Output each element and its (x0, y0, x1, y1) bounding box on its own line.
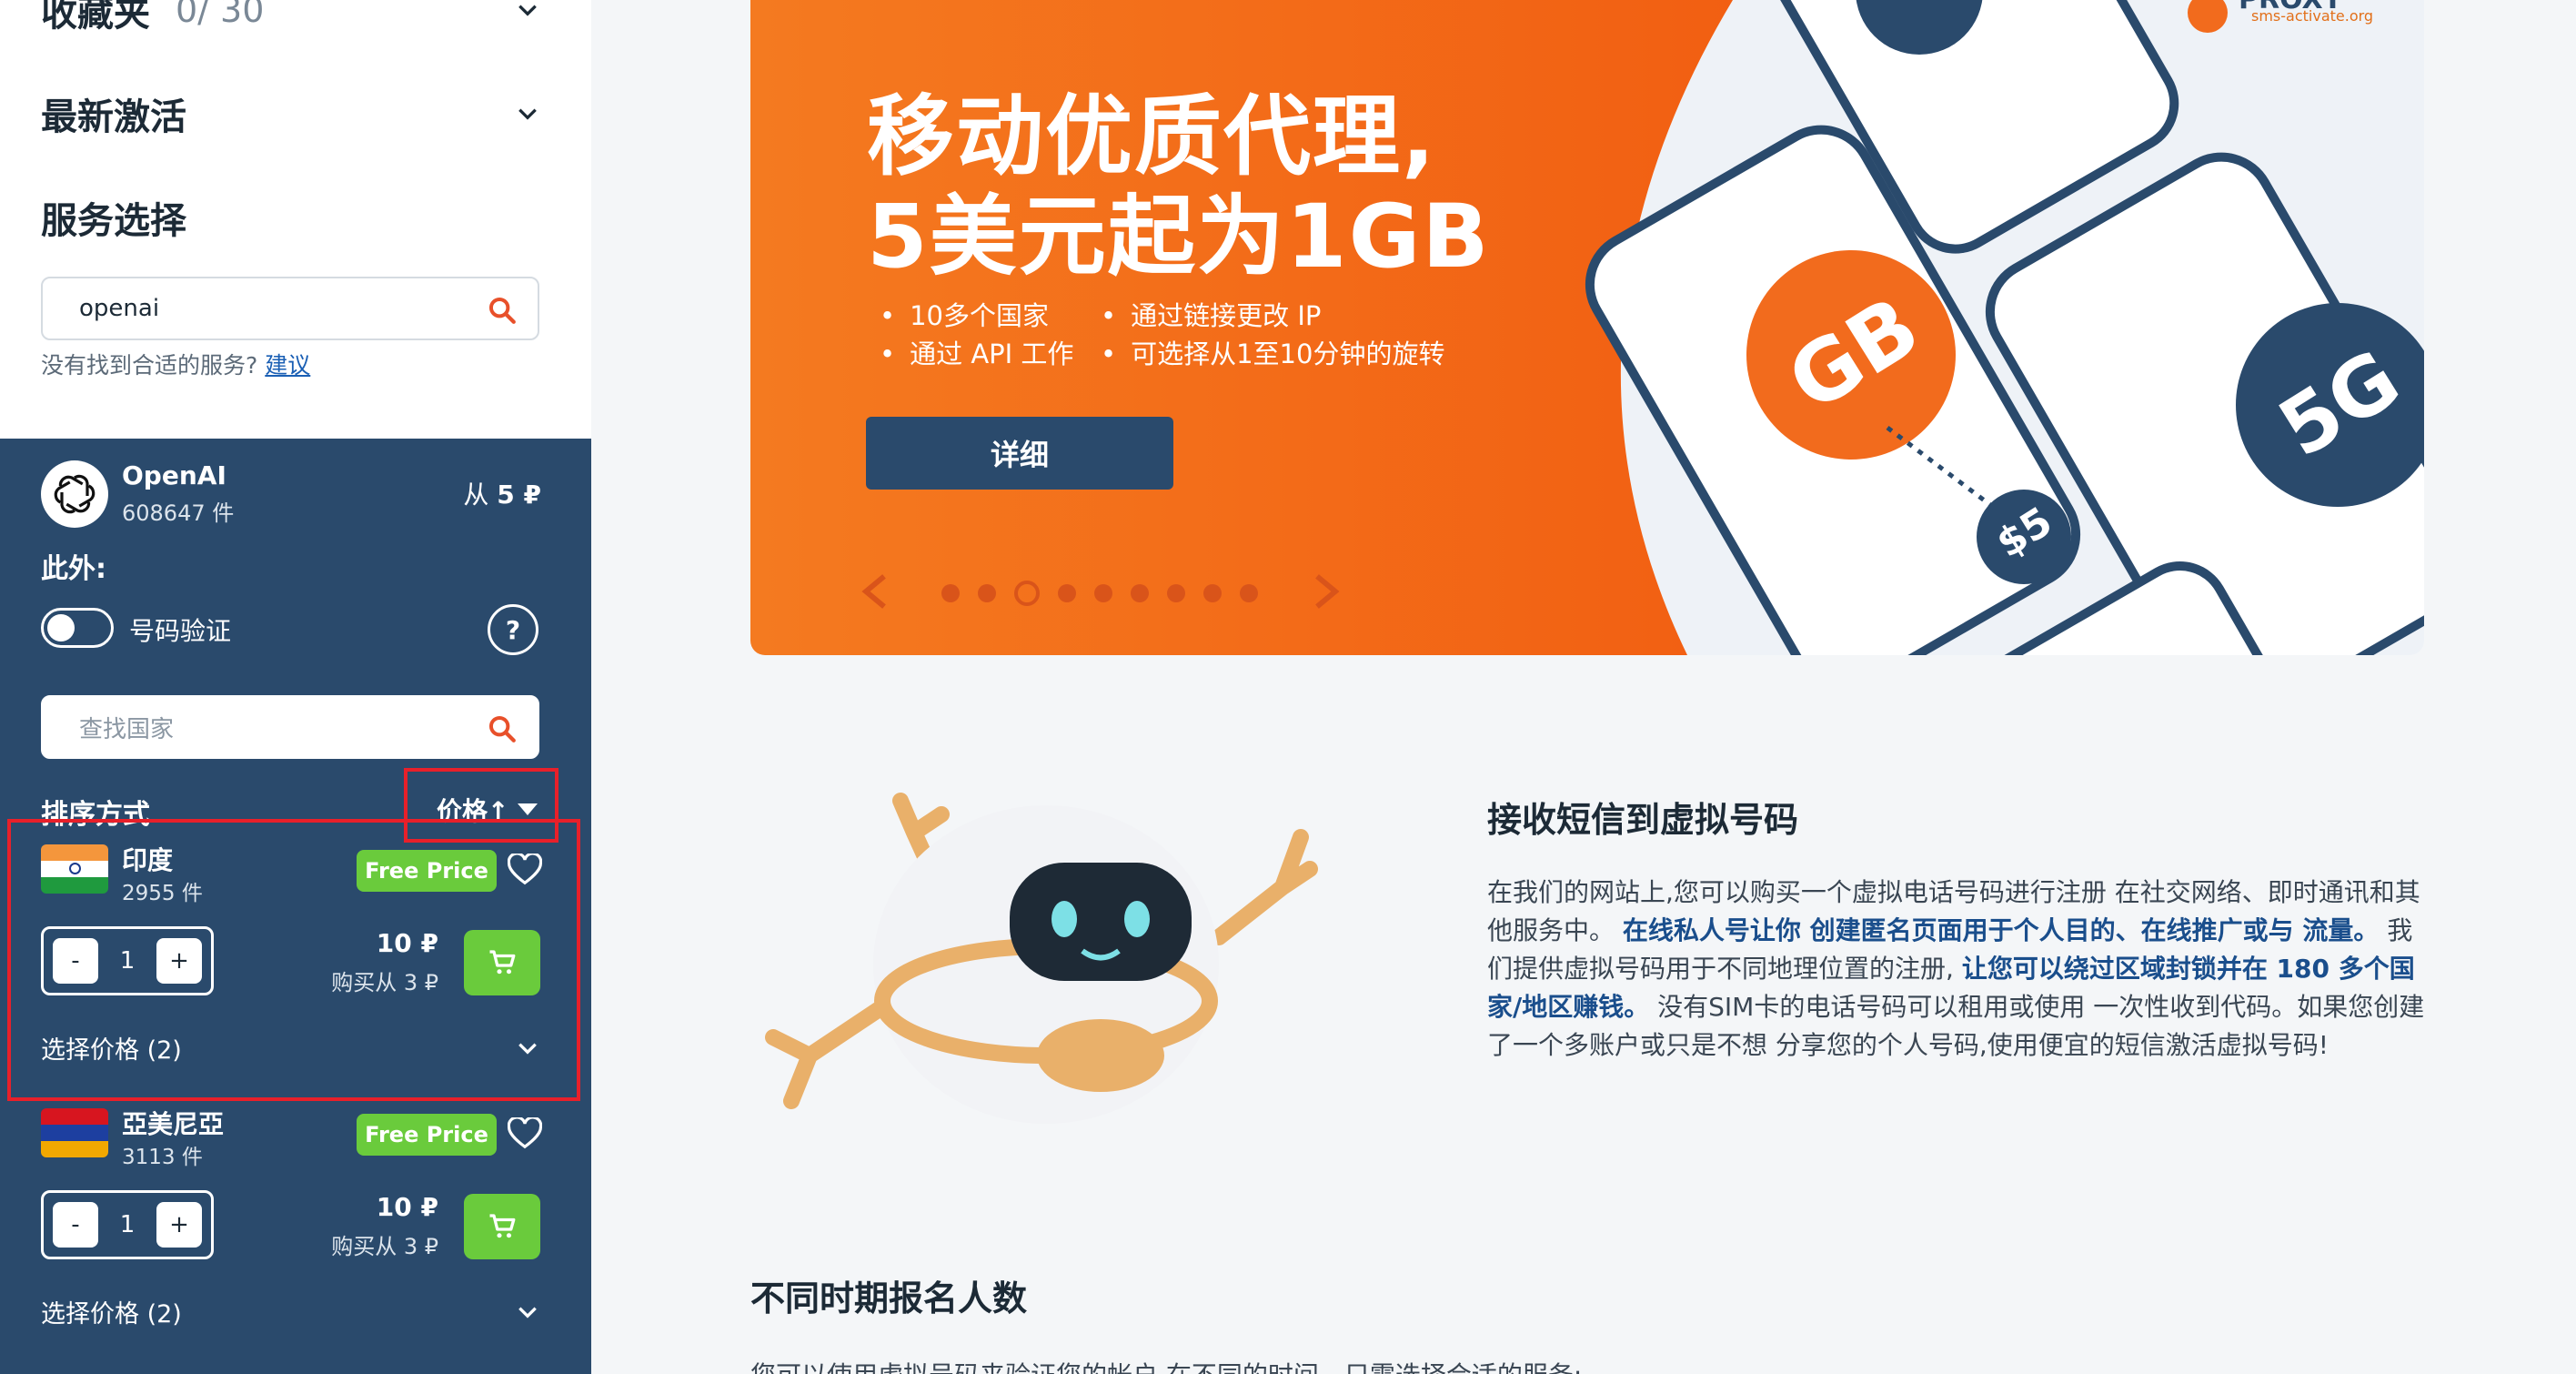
banner-bullet: 通过 API 工作 (880, 333, 1073, 371)
service-count: 608647 件 (122, 500, 235, 526)
chevron-down-icon[interactable] (509, 0, 546, 28)
country-card-armenia: 亞美尼亞 3113 件 Free Price - 1 + 10 ₽ 购买从 3 … (0, 1083, 591, 1347)
sidebar: 收藏夹 0/ 30 最新激活 服务选择 openai 没有找到合适的服务? 建议 (0, 0, 591, 1374)
openai-logo-icon (41, 460, 108, 528)
info-title: 接收短信到虚拟号码 (1487, 800, 1799, 840)
section2-title: 不同时期报名人数 (750, 1278, 1028, 1318)
country-count: 3113 件 (122, 1146, 203, 1169)
latest-activation-title: 最新激活 (41, 96, 186, 138)
country-search-placeholder: 查找国家 (79, 715, 175, 743)
suggest-link[interactable]: 建议 (265, 352, 310, 379)
suggest-text: 没有找到合适的服务? (41, 352, 258, 379)
add-to-cart-button[interactable] (464, 1194, 540, 1259)
carousel-dot[interactable] (1203, 584, 1222, 602)
carousel-next-icon[interactable] (1311, 573, 1342, 613)
service-select-title: 服务选择 (41, 200, 186, 242)
promo-banner[interactable]: GB 5G $5 PROXY sms-activate.org 移动优质代理, … (750, 0, 2424, 655)
decrement-button[interactable]: - (53, 1202, 98, 1248)
country-price: 10 ₽ (376, 1192, 438, 1222)
service-panel: OpenAI 608647 件 从 5 ₽ 此外: 号码验证 ? 查找国家 排序… (0, 439, 591, 1374)
favorites-title: 收藏夹 (41, 0, 150, 35)
carousel-nav (860, 573, 1342, 613)
info-paragraph: 在我们的网站上,您可以购买一个虚拟电话号码进行注册 在社交网络、即时通讯和其他服… (1487, 874, 2433, 1065)
carousel-dot[interactable] (941, 584, 960, 602)
quantity-stepper: - 1 + (41, 1190, 214, 1259)
from-label: 从 (463, 480, 489, 510)
latest-activation-accordion[interactable]: 最新激活 (41, 87, 546, 140)
service-select-heading: 服务选择 (41, 191, 546, 244)
number-verify-toggle[interactable] (41, 608, 114, 648)
carousel-prev-icon[interactable] (860, 573, 891, 613)
info-highlight-1: 在线私人号让你 创建匿名页面用于个人目的、在线推广或与 流量。 (1622, 915, 2380, 945)
banner-bullet: 通过链接更改 IP (1101, 295, 1321, 333)
increment-button[interactable]: + (156, 1202, 202, 1248)
carousel-dots (941, 581, 1258, 606)
banner-detail-button[interactable]: 详细 (866, 417, 1173, 490)
service-from-price: 从 5 ₽ (463, 475, 541, 511)
carousel-dot[interactable] (978, 584, 996, 602)
banner-bullet: 10多个国家 (880, 295, 1049, 333)
help-button[interactable]: ? (488, 604, 538, 655)
favorites-accordion[interactable]: 收藏夹 0/ 30 (41, 0, 546, 36)
heart-icon[interactable] (508, 1117, 542, 1150)
quantity-value[interactable]: 1 (120, 1211, 136, 1238)
carousel-dot[interactable] (1058, 584, 1076, 602)
robot-illustration (765, 793, 1318, 1124)
carousel-dot[interactable] (1014, 581, 1040, 606)
service-search-input[interactable]: openai (41, 277, 539, 340)
phone-illustration-icon (1585, 0, 2424, 655)
country-name: 亞美尼亞 (122, 1109, 225, 1139)
section2-subtitle: 您可以使用虚拟号码来验证您的帐户 在不同的时间。只需选择合适的服务: (750, 1356, 1582, 1374)
price-select-toggle[interactable]: 选择价格 (2) (41, 1294, 182, 1329)
buy-from-text: 购买从 3 ₽ (331, 1234, 438, 1259)
service-search-value: openai (79, 295, 160, 322)
chevron-down-icon[interactable] (509, 1294, 546, 1330)
carousel-dot[interactable] (1167, 584, 1185, 602)
carousel-dot[interactable] (1240, 584, 1258, 602)
favorites-count: 0/ 30 (176, 0, 265, 30)
number-verify-label: 号码验证 (129, 616, 232, 646)
carousel-dot[interactable] (1131, 584, 1149, 602)
search-icon[interactable] (487, 295, 518, 326)
from-price: 5 ₽ (497, 480, 541, 510)
chevron-down-icon[interactable] (509, 96, 546, 132)
proxy-logo-subtitle: sms-activate.org (2251, 7, 2374, 25)
banner-title-line2: 5美元起为1GB (867, 186, 1491, 288)
also-label: 此外: (41, 553, 106, 585)
carousel-dot[interactable] (1094, 584, 1112, 602)
armenia-flag-icon (41, 1108, 108, 1157)
suggest-line: 没有找到合适的服务? 建议 (41, 348, 310, 380)
country-search-input[interactable]: 查找国家 (41, 695, 539, 759)
search-icon[interactable] (487, 713, 518, 744)
highlight-box-first-country (7, 819, 580, 1101)
cart-icon (489, 1214, 516, 1238)
service-name: OpenAI (122, 460, 226, 490)
banner-bullet: 可选择从1至10分钟的旋转 (1101, 333, 1444, 371)
free-price-button[interactable]: Free Price (357, 1114, 497, 1156)
